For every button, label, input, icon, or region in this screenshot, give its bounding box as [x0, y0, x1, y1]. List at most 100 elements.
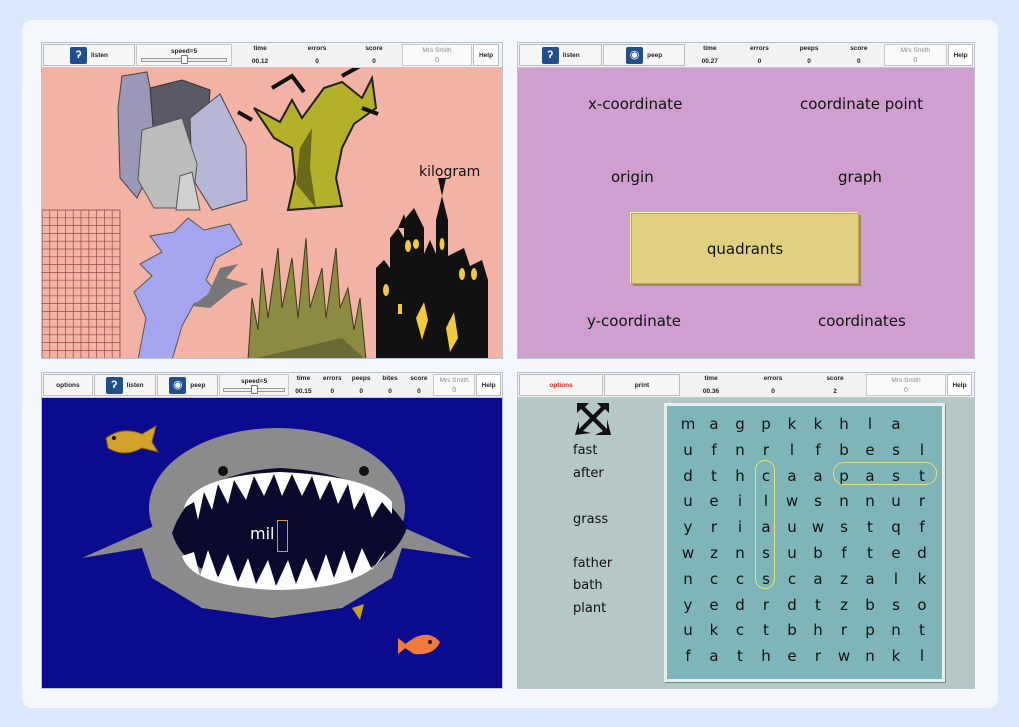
grid-letter[interactable]: m — [675, 415, 701, 433]
grid-letter[interactable]: a — [857, 570, 883, 588]
grid-letter[interactable]: o — [909, 596, 935, 614]
grid-letter[interactable]: d — [727, 596, 753, 614]
speed-control[interactable]: speed=5 — [219, 374, 289, 396]
grid-letter[interactable]: c — [753, 467, 779, 485]
grid-letter[interactable]: c — [779, 570, 805, 588]
grid-letter[interactable]: u — [779, 544, 805, 562]
grid-letter[interactable]: a — [883, 415, 909, 433]
grid-letter[interactable]: d — [779, 596, 805, 614]
options-button[interactable]: options — [43, 374, 93, 396]
game-area[interactable]: mil — [42, 398, 502, 688]
speed-slider-knob[interactable] — [251, 385, 259, 394]
help-button[interactable]: Help — [947, 374, 972, 396]
grid-letter[interactable]: a — [805, 467, 831, 485]
word-option[interactable]: coordinate point — [800, 95, 923, 113]
grid-letter[interactable]: w — [675, 544, 701, 562]
target-word[interactable]: kilogram — [419, 164, 480, 180]
help-button[interactable]: Help — [948, 44, 974, 66]
grid-letter[interactable]: y — [675, 596, 701, 614]
grid-letter[interactable]: z — [831, 570, 857, 588]
grid-letter[interactable]: c — [727, 570, 753, 588]
grid-letter[interactable]: t — [909, 467, 935, 485]
print-button[interactable]: print — [604, 374, 680, 396]
grid-letter[interactable]: l — [909, 441, 935, 459]
grid-letter[interactable]: n — [831, 492, 857, 510]
grid-letter[interactable]: s — [805, 492, 831, 510]
text-cursor-box[interactable] — [277, 520, 288, 552]
grid-letter[interactable]: i — [727, 518, 753, 536]
speed-slider[interactable] — [141, 55, 227, 64]
grid-letter[interactable]: t — [805, 596, 831, 614]
grid-letter[interactable]: a — [753, 518, 779, 536]
grid-letter[interactable]: b — [857, 596, 883, 614]
grid-letter[interactable]: h — [753, 647, 779, 665]
grid-letter[interactable]: z — [831, 596, 857, 614]
grid-letter[interactable]: w — [831, 647, 857, 665]
grid-letter[interactable]: b — [805, 544, 831, 562]
grid-letter[interactable]: s — [753, 544, 779, 562]
speed-control[interactable]: speed=5 — [136, 44, 232, 66]
grid-letter[interactable]: r — [753, 441, 779, 459]
grid-letter[interactable]: u — [883, 492, 909, 510]
word-option[interactable]: x-coordinate — [588, 95, 682, 113]
grid-letter[interactable]: f — [909, 518, 935, 536]
grid-letter[interactable]: r — [805, 647, 831, 665]
grid-letter[interactable]: n — [727, 441, 753, 459]
word-option[interactable]: graph — [838, 168, 882, 186]
grid-letter[interactable]: l — [857, 415, 883, 433]
grid-letter[interactable]: u — [675, 621, 701, 639]
grid-letter[interactable]: h — [831, 415, 857, 433]
grid-letter[interactable]: f — [675, 647, 701, 665]
grid-letter[interactable]: k — [779, 415, 805, 433]
move-arrows-icon[interactable] — [573, 399, 613, 439]
grid-letter[interactable]: r — [701, 518, 727, 536]
grid-letter[interactable]: g — [727, 415, 753, 433]
word-option[interactable]: coordinates — [818, 312, 906, 330]
grid-letter[interactable]: t — [727, 647, 753, 665]
grid-letter[interactable]: d — [675, 467, 701, 485]
help-button[interactable]: Help — [473, 44, 499, 66]
grid-letter[interactable]: e — [701, 492, 727, 510]
grid-letter[interactable]: k — [701, 621, 727, 639]
grid-letter[interactable]: c — [727, 621, 753, 639]
speed-slider[interactable] — [223, 385, 286, 394]
grid-letter[interactable]: n — [883, 621, 909, 639]
grid-letter[interactable]: l — [883, 570, 909, 588]
word-option[interactable]: y-coordinate — [587, 312, 681, 330]
grid-letter[interactable]: y — [675, 518, 701, 536]
grid-letter[interactable]: q — [883, 518, 909, 536]
grid-letter[interactable]: u — [675, 441, 701, 459]
grid-letter[interactable]: l — [909, 647, 935, 665]
word-option[interactable]: origin — [611, 168, 654, 186]
grid-letter[interactable]: e — [701, 596, 727, 614]
grid-letter[interactable]: e — [857, 441, 883, 459]
grid-letter[interactable]: f — [805, 441, 831, 459]
listen-button[interactable]: ʔ listen — [43, 44, 135, 66]
grid-letter[interactable]: u — [779, 518, 805, 536]
grid-letter[interactable]: c — [701, 570, 727, 588]
grid-letter[interactable]: r — [909, 492, 935, 510]
grid-letter[interactable]: n — [857, 647, 883, 665]
listen-button[interactable]: ʔ listen — [519, 44, 603, 66]
grid-letter[interactable]: p — [831, 467, 857, 485]
speed-slider-knob[interactable] — [181, 55, 188, 64]
peep-button[interactable]: ◉ peep — [603, 44, 685, 66]
grid-letter[interactable]: h — [727, 467, 753, 485]
grid-letter[interactable]: u — [675, 492, 701, 510]
grid-letter[interactable]: t — [857, 544, 883, 562]
game-area[interactable]: kilogram — [42, 68, 502, 358]
grid-letter[interactable]: k — [805, 415, 831, 433]
grid-letter[interactable]: i — [727, 492, 753, 510]
grid-letter[interactable]: s — [883, 467, 909, 485]
grid-letter[interactable]: w — [805, 518, 831, 536]
peep-button[interactable]: ◉ peep — [156, 374, 219, 396]
grid-letter[interactable]: k — [883, 647, 909, 665]
grid-letter[interactable]: f — [701, 441, 727, 459]
grid-letter[interactable]: p — [857, 621, 883, 639]
grid-letter[interactable]: t — [753, 621, 779, 639]
grid-letter[interactable]: t — [701, 467, 727, 485]
letter-grid[interactable]: magpkkhlaufnrlfbesldthcaapastueilwsnnury… — [664, 403, 945, 682]
grid-letter[interactable]: n — [857, 492, 883, 510]
grid-letter[interactable]: d — [909, 544, 935, 562]
grid-letter[interactable]: e — [779, 647, 805, 665]
